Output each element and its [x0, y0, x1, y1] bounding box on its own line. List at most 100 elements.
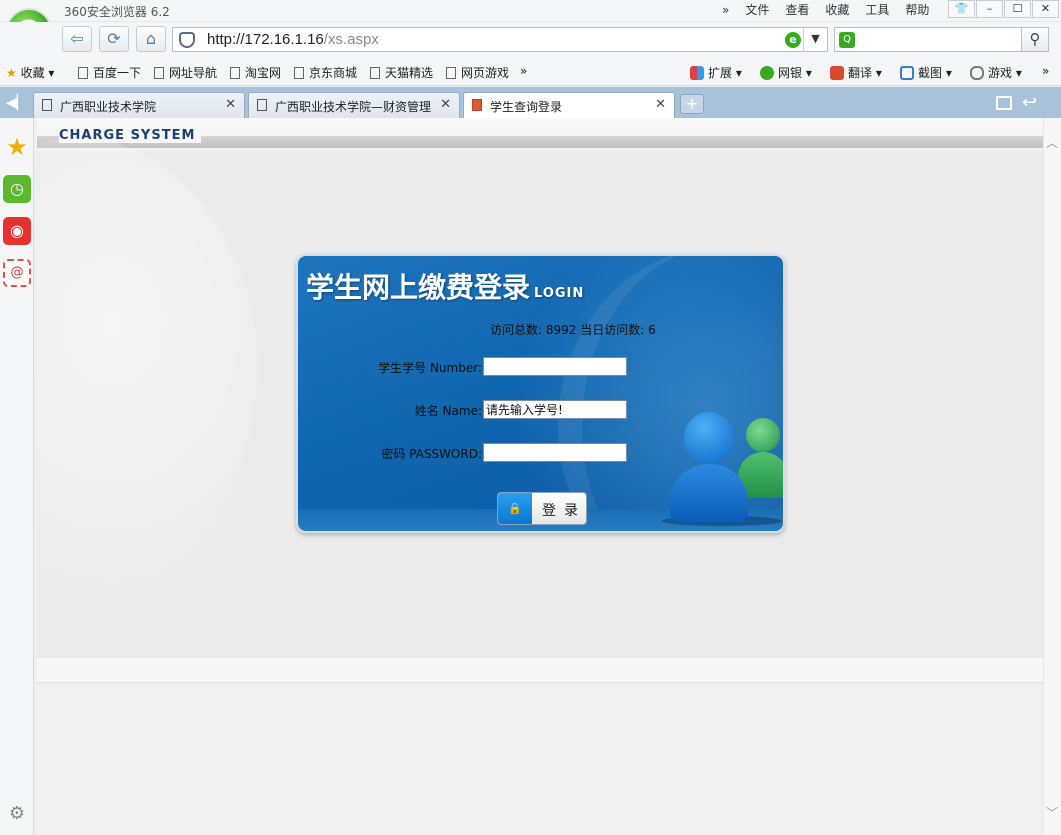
password-input[interactable] — [483, 443, 627, 462]
mail-icon[interactable]: @ — [3, 259, 31, 287]
scroll-up-icon[interactable]: ︿ — [1046, 134, 1058, 151]
arrow-left-icon: ⇦ — [70, 29, 84, 48]
login-button[interactable]: 🔒 登录 — [497, 492, 587, 525]
close-icon[interactable]: ✕ — [225, 97, 236, 112]
tool-label: 游戏 — [988, 66, 1013, 80]
bookmark-label: 网页游戏 — [461, 66, 510, 80]
users-icon — [662, 406, 783, 526]
tab-finance-management[interactable]: 广西职业技术学院—财资管理 ✕ — [248, 92, 460, 118]
tab-label: 学生查询登录 — [490, 100, 563, 114]
menu-file[interactable]: 文件 — [737, 2, 777, 18]
bookmarks-overflow-icon[interactable]: » — [520, 64, 527, 78]
home-button[interactable]: ⌂ — [136, 26, 166, 52]
close-icon[interactable]: ✕ — [655, 97, 666, 112]
favorites-menu[interactable]: ★ 收藏 ▾ — [6, 64, 54, 81]
gear-icon[interactable]: ⚙ — [3, 800, 31, 828]
maximize-button[interactable]: ☐ — [1004, 0, 1031, 18]
tool-translate[interactable]: 翻译 ▾ — [830, 64, 882, 81]
tab-label: 广西职业技术学院 — [60, 100, 157, 114]
student-number-input[interactable] — [483, 357, 627, 376]
search-input[interactable]: Q — [834, 27, 1022, 52]
page-icon — [42, 99, 52, 111]
page-icon — [230, 67, 240, 79]
address-url[interactable]: http://172.16.1.16/xs.aspx — [207, 31, 379, 48]
weibo-icon[interactable]: ◉ — [3, 217, 31, 245]
tools-overflow-icon[interactable]: » — [1042, 64, 1049, 78]
left-sidebar: ★ ◷ ◉ @ ⚙ — [0, 118, 34, 835]
login-panel: 学生网上缴费登录 LOGIN 访问总数: 8992 当日访问数: 6 学生学号 N… — [296, 254, 785, 533]
tab-guangxi-college[interactable]: 广西职业技术学院 ✕ — [33, 92, 245, 118]
screenshot-icon — [900, 66, 914, 80]
new-tab-button[interactable]: + — [680, 94, 704, 114]
menu-view[interactable]: 查看 — [777, 2, 817, 18]
page-icon — [446, 67, 456, 79]
login-heading: 学生网上缴费登录 LOGIN — [306, 266, 584, 306]
search-button[interactable]: ⚲ — [1021, 27, 1049, 52]
url-host: http://172.16.1.16 — [207, 31, 324, 48]
tool-label: 网银 — [778, 66, 803, 80]
tool-label: 扩展 — [708, 66, 733, 80]
translate-icon — [830, 66, 844, 80]
tool-label: 截图 — [918, 66, 943, 80]
site-icon — [472, 99, 482, 111]
refresh-icon: ⟳ — [107, 29, 121, 48]
login-heading-text: 学生网上缴费登录 — [306, 271, 531, 304]
sidebar-toggle-icon[interactable]: ◀▏ — [6, 95, 28, 111]
chevron-down-icon[interactable]: ▼ — [803, 28, 827, 51]
shield-icon[interactable] — [179, 32, 195, 48]
bookmark-item[interactable]: 网址导航 — [154, 64, 217, 81]
tab-student-login[interactable]: 学生查询登录 ✕ — [463, 92, 675, 118]
minimize-button[interactable]: – — [976, 0, 1003, 18]
refresh-button[interactable]: ⟳ — [99, 26, 129, 52]
name-label: 姓名 Name: — [414, 404, 482, 418]
star-icon: ★ — [6, 66, 17, 80]
gamepad-icon — [970, 66, 984, 80]
page-icon — [154, 67, 164, 79]
skin-icon[interactable]: 👕 — [948, 0, 975, 18]
menu-overflow-icon[interactable]: » — [714, 2, 737, 18]
tool-games[interactable]: 游戏 ▾ — [970, 64, 1022, 81]
tab-bar: ◀▏ 广西职业技术学院 ✕ 广西职业技术学院—财资管理 ✕ 学生查询登录 ✕ +… — [0, 87, 1061, 118]
password-label: 密码 PASSWORD: — [381, 447, 482, 461]
navigation-bar: ⇦ ⟳ ⌂ http://172.16.1.16/xs.aspx e ▼ Q ⚲ — [0, 22, 1061, 58]
menu-tools[interactable]: 工具 — [857, 2, 897, 18]
bookmark-item[interactable]: 淘宝网 — [230, 64, 281, 81]
page-footer — [37, 657, 1043, 683]
bookmark-item[interactable]: 百度一下 — [78, 64, 141, 81]
tool-netbank[interactable]: 网银 ▾ — [760, 64, 812, 81]
close-icon[interactable]: ✕ — [440, 97, 451, 112]
restore-tabs-icon[interactable] — [996, 96, 1012, 110]
tool-screenshot[interactable]: 截图 ▾ — [900, 64, 952, 81]
login-button-label: 登录 — [542, 503, 586, 519]
favorites-label: 收藏 — [20, 66, 45, 80]
login-heading-suffix: LOGIN — [534, 286, 585, 301]
window-title: 360安全浏览器 6.2 — [64, 5, 170, 19]
bookmark-label: 淘宝网 — [245, 66, 282, 80]
student-number-row: 学生学号 Number: — [298, 357, 783, 377]
bookmark-label: 京东商城 — [309, 66, 358, 80]
back-button[interactable]: ⇦ — [62, 26, 92, 52]
page-icon — [257, 99, 267, 111]
bookmark-item[interactable]: 天猫精选 — [370, 64, 433, 81]
bookmark-label: 网址导航 — [169, 66, 218, 80]
search-engine-icon[interactable]: Q — [839, 32, 855, 48]
menu-help[interactable]: 帮助 — [897, 2, 937, 18]
name-input[interactable] — [483, 400, 627, 419]
address-bar[interactable]: http://172.16.1.16/xs.aspx e ▼ — [172, 27, 828, 52]
url-path: /xs.aspx — [323, 31, 379, 48]
scroll-down-icon[interactable]: ﹀ — [1046, 804, 1058, 821]
clock-icon[interactable]: ◷ — [3, 175, 31, 203]
undo-close-icon[interactable]: ↩ — [1022, 92, 1037, 113]
bookmark-item[interactable]: 网页游戏 — [446, 64, 509, 81]
close-button[interactable]: ✕ — [1032, 0, 1059, 18]
ie-mode-icon[interactable]: e — [785, 32, 801, 48]
user-body-blue — [670, 464, 748, 522]
vertical-scrollbar[interactable]: ︿ ﹀ — [1043, 118, 1061, 835]
menu-favorites[interactable]: 收藏 — [817, 2, 857, 18]
bookmark-item[interactable]: 京东商城 — [294, 64, 357, 81]
user-head-blue — [684, 412, 734, 464]
tool-extensions[interactable]: 扩展 ▾ — [690, 64, 742, 81]
tab-label: 广西职业技术学院—财资管理 — [275, 100, 432, 114]
search-icon: ⚲ — [1029, 30, 1041, 48]
star-icon[interactable]: ★ — [3, 133, 31, 161]
